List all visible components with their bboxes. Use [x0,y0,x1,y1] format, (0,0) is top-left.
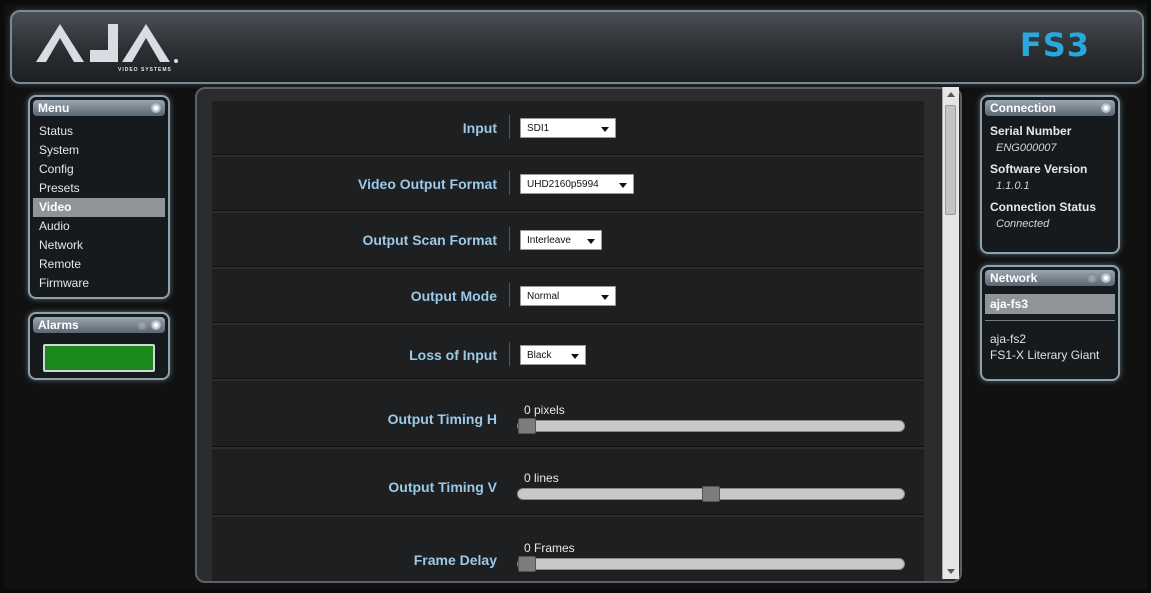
menu-item-config[interactable]: Config [33,160,165,179]
aja-logo: VIDEO SYSTEMS [34,20,194,76]
alarm-status-indicator [43,344,155,372]
row-divider [509,342,510,366]
video-output-format-label: Video Output Format [358,176,497,192]
loss-of-input-label: Loss of Input [409,347,497,363]
input-label: Input [462,120,497,136]
frame-delay-label: Frame Delay [413,552,497,568]
setting-row-output-timing-v: Output Timing V 0 lines [212,449,924,515]
row-divider [509,227,510,251]
refresh-icon[interactable] [137,320,147,330]
row-divider [509,283,510,307]
scrollbar-thumb[interactable] [945,105,956,215]
output-mode-value: Normal [527,291,560,302]
network-device-list: aja-fs2 FS1-X Literary Giant [990,331,1099,363]
software-version-value: 1.1.0.1 [996,180,1030,192]
output-scan-format-label: Output Scan Format [362,232,497,248]
loss-of-input-value: Black [527,350,552,361]
menu-panel-title: Menu [38,101,70,115]
network-device-selected[interactable]: aja-fs3 [985,294,1115,314]
video-output-format-value: UHD2160p5994 [527,179,599,190]
network-panel-header: Network [985,270,1115,286]
network-panel: Network aja-fs3 aja-fs2 FS1-X Literary G… [980,265,1120,381]
frame-delay-value: 0 Frames [524,541,575,555]
serial-number-label: Serial Number [990,124,1072,138]
vertical-scrollbar[interactable] [942,87,959,579]
connection-info: Serial Number ENG000007 Software Version… [990,124,1114,238]
setting-row-output-scan-format: Output Scan Format Interleave [212,213,924,267]
input-select[interactable]: SDI1 [520,118,616,138]
alarms-panel-title: Alarms [38,318,79,332]
menu-panel: Menu Status System Config Presets Video … [28,95,170,299]
video-settings-rows: Input SDI1 Video Output Format UHD2160p5… [212,101,924,581]
menu-item-firmware[interactable]: Firmware [33,274,165,293]
video-output-format-select[interactable]: UHD2160p5994 [520,174,634,194]
output-timing-h-label: Output Timing H [387,411,497,427]
setting-row-loss-of-input: Loss of Input Black [212,325,924,379]
output-scan-format-value: Interleave [527,235,571,246]
collapse-icon[interactable] [151,320,161,330]
connection-panel-header: Connection [985,100,1115,116]
software-version-label: Software Version [990,162,1088,176]
network-device-item[interactable]: FS1-X Literary Giant [990,347,1099,363]
output-timing-v-value: 0 lines [524,471,559,485]
collapse-icon[interactable] [1101,273,1111,283]
slider-handle[interactable] [702,486,720,502]
menu-item-status[interactable]: Status [33,122,165,141]
chevron-down-icon [601,295,609,300]
menu-item-network[interactable]: Network [33,236,165,255]
chevron-down-icon [601,127,609,132]
chevron-down-icon [587,239,595,244]
menu-item-system[interactable]: System [33,141,165,160]
connection-panel-title: Connection [990,101,1056,115]
output-timing-h-slider[interactable] [517,418,905,434]
menu-panel-header: Menu [33,100,165,116]
collapse-icon[interactable] [1101,103,1111,113]
menu-item-audio[interactable]: Audio [33,217,165,236]
input-select-value: SDI1 [527,123,550,134]
collapse-icon[interactable] [151,103,161,113]
setting-row-output-timing-h: Output Timing H 0 pixels [212,381,924,447]
output-timing-h-value: 0 pixels [524,403,565,417]
slider-handle[interactable] [518,418,536,434]
row-divider [509,115,510,139]
setting-row-input: Input SDI1 [212,101,924,155]
aja-logo-mark [36,24,178,63]
output-scan-format-select[interactable]: Interleave [520,230,602,250]
menu-item-presets[interactable]: Presets [33,179,165,198]
menu-item-remote[interactable]: Remote [33,255,165,274]
output-timing-v-label: Output Timing V [388,479,497,495]
setting-row-output-mode: Output Mode Normal [212,269,924,323]
scroll-down-icon[interactable] [947,569,955,574]
serial-number-value: ENG000007 [996,142,1057,154]
output-timing-v-slider[interactable] [517,486,905,502]
setting-row-frame-delay: Frame Delay 0 Frames [212,517,924,581]
slider-handle[interactable] [518,556,536,572]
logo-subtext: VIDEO SYSTEMS [118,67,172,73]
connection-panel: Connection Serial Number ENG000007 Softw… [980,95,1120,254]
network-divider [985,320,1115,321]
output-mode-select[interactable]: Normal [520,286,616,306]
network-device-item[interactable]: aja-fs2 [990,331,1099,347]
alarms-panel: Alarms [28,312,170,380]
connection-status-label: Connection Status [990,200,1097,214]
output-mode-label: Output Mode [410,288,497,304]
alarms-panel-header: Alarms [33,317,165,333]
frame-delay-slider[interactable] [517,556,905,572]
menu-item-video[interactable]: Video [33,198,165,217]
loss-of-input-select[interactable]: Black [520,345,586,365]
refresh-icon[interactable] [1087,273,1097,283]
video-settings-panel: Input SDI1 Video Output Format UHD2160p5… [195,87,962,583]
chevron-down-icon [571,354,579,359]
row-divider [509,171,510,195]
connection-status-value: Connected [996,218,1050,230]
header-bar: VIDEO SYSTEMS FS3 [10,10,1144,84]
scroll-up-icon[interactable] [947,92,955,97]
network-panel-title: Network [990,271,1038,285]
setting-row-video-output-format: Video Output Format UHD2160p5994 [212,157,924,211]
model-name: FS3 [1019,26,1090,64]
menu-list: Status System Config Presets Video Audio… [33,122,165,293]
chevron-down-icon [619,183,627,188]
